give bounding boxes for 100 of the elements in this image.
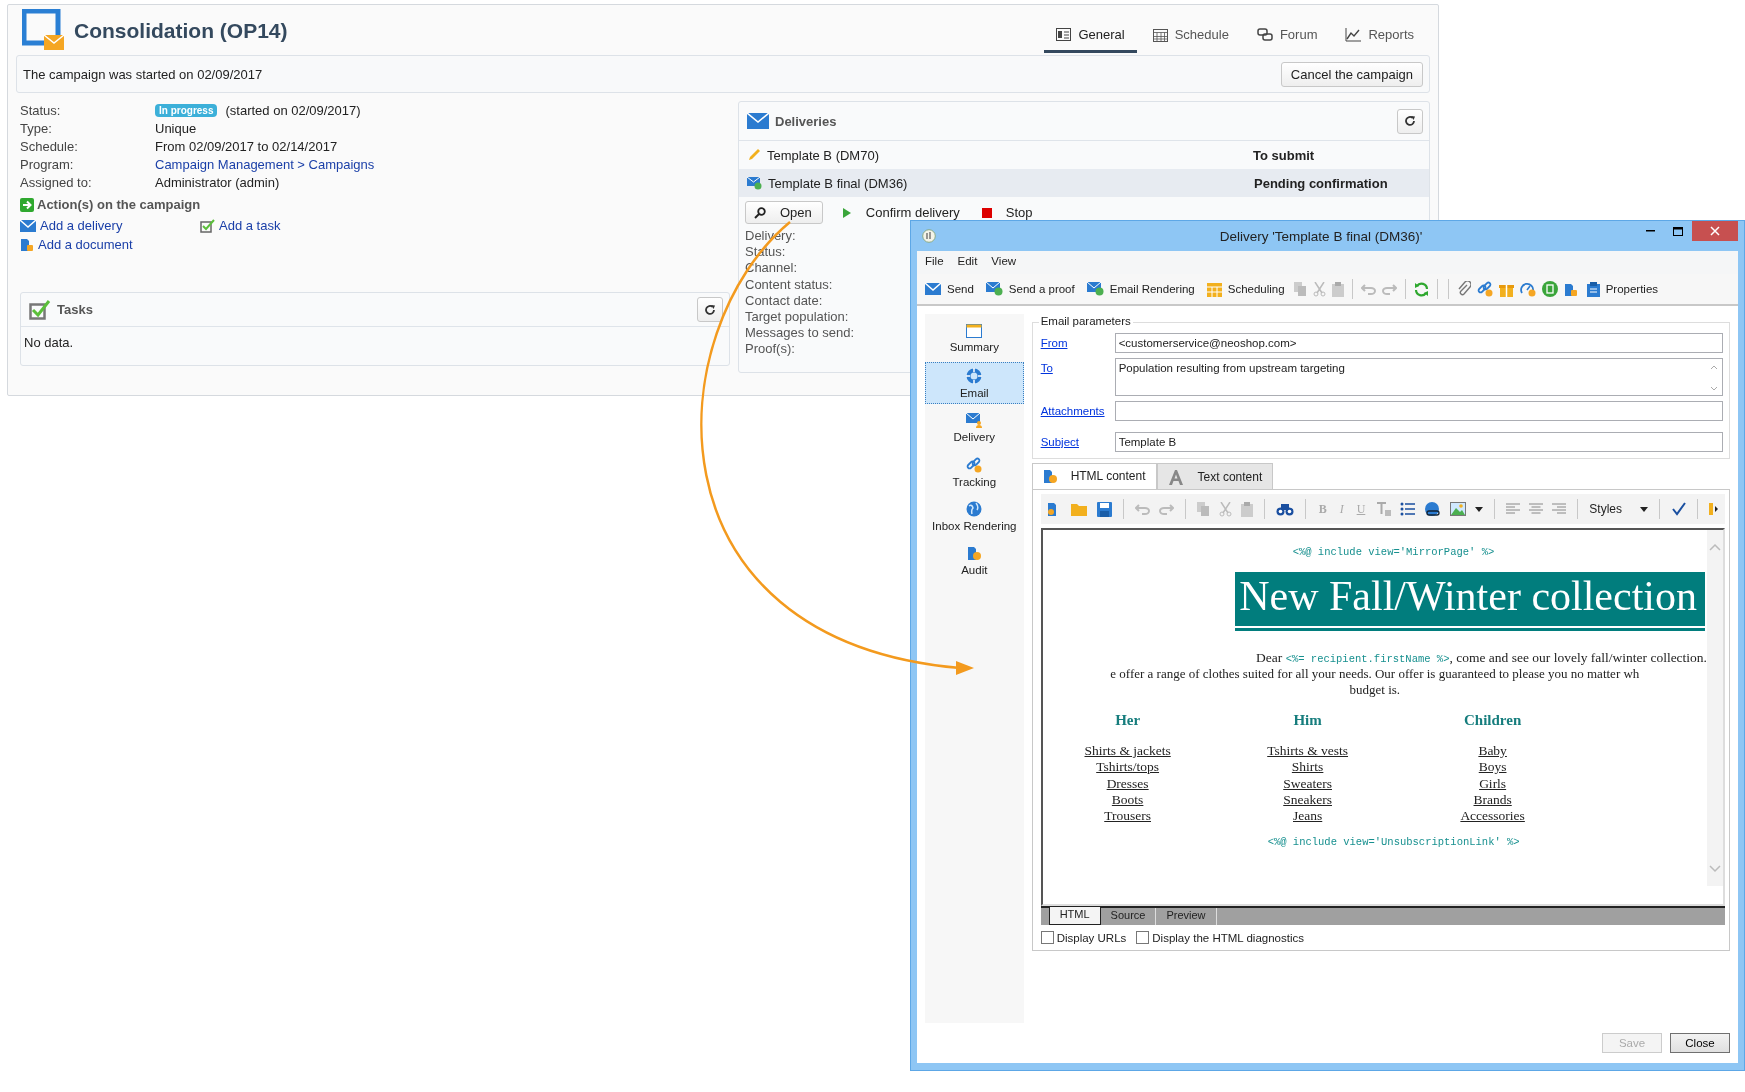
caret-icon xyxy=(1640,506,1648,512)
nav-item[interactable]: Delivery xyxy=(925,408,1024,448)
paperclip-icon[interactable] xyxy=(1456,281,1471,297)
content-tab[interactable]: HTML content xyxy=(1031,463,1157,490)
open-button[interactable]: Open xyxy=(745,201,823,224)
nav-item[interactable]: Inbox Rendering xyxy=(925,496,1024,536)
checkbox-label: Display URLs xyxy=(1056,931,1127,944)
search-icon xyxy=(754,206,766,219)
category-link[interactable]: Baby xyxy=(1478,743,1507,760)
actions-heading: Action(s) on the campaign xyxy=(37,197,201,212)
category-link[interactable]: Accessories xyxy=(1460,808,1525,825)
menu-item[interactable]: Edit xyxy=(957,255,978,270)
stop-button[interactable]: Stop xyxy=(978,203,1036,222)
envelope-check-icon xyxy=(747,176,762,190)
refresh-icon[interactable] xyxy=(1413,281,1429,297)
confirm-delivery-button[interactable]: Confirm delivery xyxy=(838,203,963,222)
delivery-row[interactable]: Template B final (DM36) Pending confirmation xyxy=(739,169,1429,197)
cut-icon xyxy=(1312,281,1326,297)
caret-icon[interactable] xyxy=(1475,506,1484,512)
include-directive: <%@ include view='UnsubscriptionLink' %> xyxy=(1266,835,1521,849)
delivery-name: Template B (DM70) xyxy=(767,147,880,163)
delivery-name: Template B final (DM36) xyxy=(768,175,909,191)
input-field[interactable]: Template B xyxy=(1114,432,1723,452)
action-link[interactable]: Add a delivery xyxy=(20,218,200,233)
view-tab[interactable]: Preview xyxy=(1156,908,1217,925)
toolbar-button[interactable]: Send a proof xyxy=(982,280,1078,298)
view-tab[interactable]: Source xyxy=(1100,908,1157,925)
binoculars-icon[interactable] xyxy=(1275,502,1294,516)
action-link[interactable]: Add a document xyxy=(20,237,200,252)
nav-item[interactable]: Summary xyxy=(925,318,1024,358)
page-tab[interactable]: Schedule xyxy=(1140,19,1241,53)
field-link[interactable]: From xyxy=(1040,333,1115,349)
gauge-icon[interactable] xyxy=(1519,281,1536,297)
action-link[interactable]: Add a task xyxy=(200,218,400,233)
category-link[interactable]: Tshirts/tops xyxy=(1096,759,1160,776)
form-icon xyxy=(1056,28,1072,41)
nav-item[interactable]: Audit xyxy=(925,540,1024,580)
category-link[interactable]: Tshirts & vests xyxy=(1267,743,1349,760)
field-link[interactable]: Attachments xyxy=(1040,401,1115,417)
category-link[interactable]: Trousers xyxy=(1104,808,1151,825)
properties-button[interactable]: Properties xyxy=(1583,279,1662,299)
globe-link-icon[interactable] xyxy=(1424,501,1442,517)
field-label: Status: xyxy=(20,102,62,118)
content-tab[interactable]: Text content xyxy=(1156,463,1274,489)
input-field[interactable] xyxy=(1114,401,1723,421)
field-link[interactable]: Subject xyxy=(1040,432,1115,448)
category-link[interactable]: Boots xyxy=(1111,791,1144,809)
toolbar-button[interactable]: Email Rendering xyxy=(1083,280,1198,298)
checkbox-tick-icon xyxy=(200,218,215,233)
input-field[interactable]: <customerservice@neoshop.com> xyxy=(1114,333,1723,353)
menu-item[interactable]: File xyxy=(925,255,944,270)
menu-item[interactable]: View xyxy=(991,255,1017,270)
program-link[interactable]: Campaign Management > Campaigns xyxy=(155,156,375,172)
view-tab[interactable]: HTML xyxy=(1048,907,1101,925)
dialog-button[interactable]: Close xyxy=(1670,1033,1730,1053)
category-link[interactable]: Brands xyxy=(1473,791,1512,809)
category-link[interactable]: Sneakers xyxy=(1283,791,1332,809)
category-link[interactable]: Jeans xyxy=(1293,808,1323,825)
page-tab[interactable]: Reports xyxy=(1333,19,1426,53)
greeting-text: Dear <%= recipient.firstName %>, come and see our lovely fall/winter collection. xyxy=(1255,650,1707,666)
refresh-icon xyxy=(704,303,716,316)
tasks-title: Tasks xyxy=(57,302,93,317)
refresh-button[interactable] xyxy=(697,297,723,322)
checkbox[interactable] xyxy=(1040,931,1054,944)
field-link[interactable]: To xyxy=(1040,358,1115,374)
pencil-icon xyxy=(747,148,761,162)
field-label: Contact date: xyxy=(745,292,823,309)
clipboard-icon xyxy=(1586,281,1600,297)
delivery-row[interactable]: Template B (DM70) To submit xyxy=(739,141,1429,169)
refresh-button[interactable] xyxy=(1397,108,1423,134)
checkbox[interactable] xyxy=(1136,931,1150,944)
page-tab[interactable]: Forum xyxy=(1244,19,1330,53)
recipients-field[interactable]: Population resulting from upstream targeting xyxy=(1114,358,1723,396)
category-link[interactable]: Girls xyxy=(1479,775,1507,792)
category-link[interactable]: Shirts & jackets xyxy=(1084,743,1171,760)
bullet-list-icon[interactable] xyxy=(1400,502,1416,516)
toolbar-button[interactable]: Scheduling xyxy=(1203,279,1288,299)
scrollbar[interactable] xyxy=(1707,530,1723,886)
calculator-icon[interactable] xyxy=(1541,281,1558,297)
category-link[interactable]: Shirts xyxy=(1291,759,1324,776)
image-icon[interactable] xyxy=(1450,502,1467,516)
category-link[interactable]: Sweaters xyxy=(1283,775,1332,792)
body-text: budget is. xyxy=(1348,682,1402,698)
more-icon[interactable] xyxy=(1709,502,1719,516)
cancel-campaign-button[interactable]: Cancel the campaign xyxy=(1280,61,1423,87)
maximize-icon xyxy=(1673,226,1683,236)
spellcheck-icon[interactable] xyxy=(1671,502,1686,516)
save-icon[interactable] xyxy=(1096,501,1112,517)
window-title: Delivery 'Template B final (DM36)' xyxy=(1218,228,1424,244)
toolbar-button[interactable]: Send xyxy=(922,281,977,297)
nav-item[interactable]: Tracking xyxy=(925,452,1024,492)
arrow-right-icon xyxy=(20,197,34,212)
styles-dropdown[interactable]: Styles xyxy=(1589,502,1648,516)
category-link[interactable]: Dresses xyxy=(1106,775,1149,792)
document-tag-icon[interactable] xyxy=(1563,281,1578,297)
scrollbar[interactable] xyxy=(1709,363,1719,393)
nav-item[interactable]: Email xyxy=(925,362,1024,404)
category-link[interactable]: Boys xyxy=(1478,759,1507,776)
letter-a-icon xyxy=(1167,468,1184,485)
link-icon[interactable] xyxy=(1476,281,1493,297)
